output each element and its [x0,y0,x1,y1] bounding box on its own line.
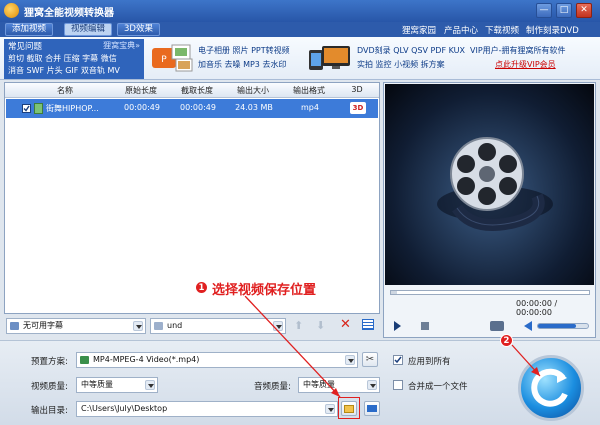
step-1-callout: 选择视频保存位置 [212,283,317,298]
step-2-badge: 2 [500,334,513,347]
step-1-badge: 1 [195,281,208,294]
annotation-arrows [244,295,541,398]
